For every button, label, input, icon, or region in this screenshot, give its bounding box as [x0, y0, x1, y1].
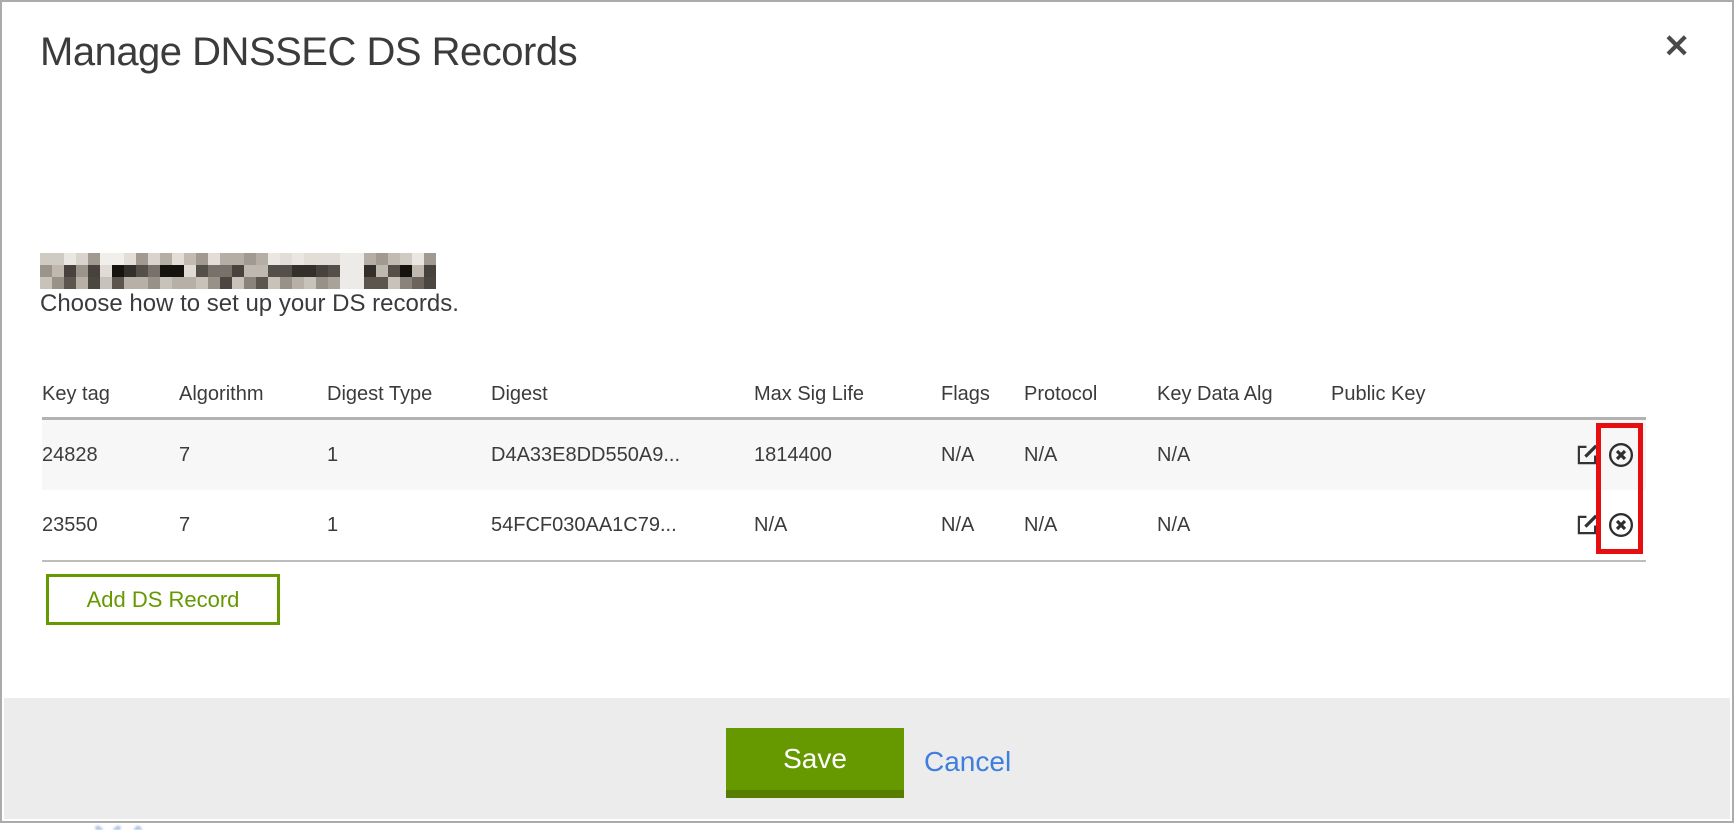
- cell-digest: D4A33E8DD550A9...: [491, 419, 754, 491]
- header-flags: Flags: [941, 372, 1024, 419]
- page: Manage DNSSEC DS Records ✕ Choose how to…: [0, 0, 1734, 830]
- save-button[interactable]: Save: [726, 728, 904, 798]
- cell-protocol: N/A: [1024, 419, 1157, 491]
- header-algorithm: Algorithm: [179, 372, 327, 419]
- header-public-key: Public Key: [1331, 372, 1486, 419]
- header-actions: [1486, 372, 1646, 419]
- redacted-domain-name: [40, 252, 436, 289]
- cell-key-data-alg: N/A: [1157, 490, 1331, 561]
- cell-key-tag: 23550: [42, 490, 179, 561]
- table-row: 23550 7 1 54FCF030AA1C79... N/A N/A N/A …: [42, 490, 1646, 561]
- header-digest-type: Digest Type: [327, 372, 491, 419]
- close-icon[interactable]: ✕: [1659, 26, 1694, 66]
- cell-key-data-alg: N/A: [1157, 419, 1331, 491]
- cell-flags: N/A: [941, 490, 1024, 561]
- header-protocol: Protocol: [1024, 372, 1157, 419]
- header-max-sig-life: Max Sig Life: [754, 372, 941, 419]
- delete-icon[interactable]: [1607, 511, 1635, 539]
- cell-max-sig-life: N/A: [754, 490, 941, 561]
- cell-protocol: N/A: [1024, 490, 1157, 561]
- modal-title: Manage DNSSEC DS Records: [40, 30, 577, 75]
- instruction-text: Choose how to set up your DS records.: [40, 290, 459, 318]
- cell-public-key: [1331, 490, 1486, 561]
- edit-icon[interactable]: [1574, 442, 1600, 468]
- cell-algorithm: 7: [179, 490, 327, 561]
- cell-public-key: [1331, 419, 1486, 491]
- header-digest: Digest: [491, 372, 754, 419]
- cell-digest: 54FCF030AA1C79...: [491, 490, 754, 561]
- modal-footer: Save Cancel: [4, 698, 1730, 819]
- cell-max-sig-life: 1814400: [754, 419, 941, 491]
- table-header-row: Key tag Algorithm Digest Type Digest Max…: [42, 372, 1646, 419]
- delete-icon[interactable]: [1607, 441, 1635, 469]
- header-key-tag: Key tag: [42, 372, 179, 419]
- cancel-link[interactable]: Cancel: [924, 746, 1011, 778]
- cell-digest-type: 1: [327, 419, 491, 491]
- dnssec-ds-records-modal: Manage DNSSEC DS Records ✕ Choose how to…: [0, 0, 1734, 823]
- background-page-fragment: [92, 823, 182, 830]
- header-key-data-alg: Key Data Alg: [1157, 372, 1331, 419]
- add-ds-record-button[interactable]: Add DS Record: [46, 574, 280, 625]
- cell-key-tag: 24828: [42, 419, 179, 491]
- cell-flags: N/A: [941, 419, 1024, 491]
- cell-digest-type: 1: [327, 490, 491, 561]
- cell-algorithm: 7: [179, 419, 327, 491]
- table-row: 24828 7 1 D4A33E8DD550A9... 1814400 N/A …: [42, 419, 1646, 491]
- edit-icon[interactable]: [1574, 512, 1600, 538]
- ds-records-table: Key tag Algorithm Digest Type Digest Max…: [42, 372, 1646, 562]
